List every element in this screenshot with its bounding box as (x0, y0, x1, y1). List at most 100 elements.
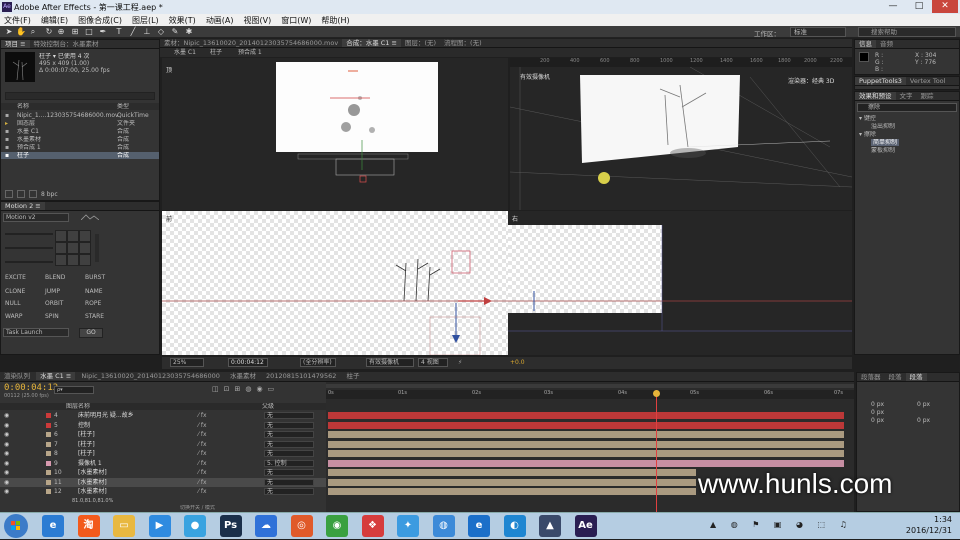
close-button[interactable]: ✕ (932, 0, 958, 13)
app-icon[interactable]: ❖ (361, 515, 384, 537)
tab-paragraph-2[interactable]: 段落 (885, 373, 906, 381)
space-after[interactable]: 0 px (917, 417, 930, 424)
layer-name[interactable]: [柱子] (78, 449, 95, 458)
encore-icon[interactable]: ▲ (539, 515, 561, 537)
visibility-icon[interactable]: ◉ (4, 430, 9, 439)
subtab-comp[interactable]: 水墨 C1 (174, 48, 196, 57)
layer-name[interactable]: [柱子] (78, 440, 95, 449)
parent-select[interactable]: 无 (264, 450, 314, 457)
ie-icon[interactable]: e (42, 515, 64, 537)
work-area-bar[interactable] (326, 384, 854, 388)
clock-time[interactable]: 1:34 (908, 515, 952, 524)
layer-bar[interactable] (328, 421, 844, 429)
layer-bar[interactable] (328, 459, 844, 467)
indent-first[interactable]: 0 px (871, 409, 884, 416)
effect-item[interactable]: 溢出抑制 (871, 123, 895, 130)
menu-edit[interactable]: 编辑(E) (37, 14, 74, 26)
anchor-button[interactable] (55, 242, 67, 254)
selection-tool-icon[interactable]: ➤ (4, 27, 14, 37)
layer-switches[interactable]: ⁄ fx (198, 440, 207, 449)
visibility-icon[interactable]: ◉ (4, 468, 9, 477)
anchor-button[interactable] (67, 230, 79, 242)
chrome-alt-icon[interactable]: ◎ (290, 515, 313, 537)
top-view[interactable]: 顶 (162, 58, 508, 210)
layer-switches[interactable]: ⁄ fx (198, 459, 207, 468)
minimize-button[interactable]: — (880, 0, 906, 13)
viewer-timecode[interactable]: 0:00:04:12 (228, 358, 268, 367)
view-select[interactable]: 有效摄像机 (366, 358, 414, 367)
time-ruler[interactable]: 0s 01s 02s 03s 04s 05s 06s 07s (326, 390, 854, 399)
layer-row[interactable]: ◉ 5 控制 ⁄ fx 无 (0, 421, 326, 430)
project-item-selected[interactable]: ▪ 柱子 合成 (1, 152, 159, 159)
switch-mode-label[interactable]: 切换开关 / 模式 (180, 505, 215, 512)
layer-name[interactable]: 床前明月光 疑...故乡 (78, 411, 134, 420)
ps-icon[interactable]: Ps (219, 515, 242, 537)
ae-icon[interactable]: Ae (574, 515, 597, 537)
label-color[interactable] (46, 451, 51, 456)
menu-effect[interactable]: 效果(T) (165, 14, 202, 26)
layer-row[interactable]: ◉ 4 床前明月光 疑...故乡 ⁄ fx 无 (0, 411, 326, 420)
menu-window[interactable]: 窗口(W) (277, 14, 317, 26)
ie2-icon[interactable]: e (468, 515, 490, 537)
layer-row[interactable]: ◉ 6 [柱子] ⁄ fx 无 (0, 430, 326, 439)
effect-item[interactable]: 蒙板抑制 (871, 147, 895, 154)
clock-date[interactable]: 2016/12/31 (898, 526, 952, 535)
tab-comp[interactable]: 合成：水墨 C1 ≡ (342, 39, 401, 47)
tab-audio[interactable]: 音频 (876, 40, 897, 48)
parent-select[interactable]: 无 (264, 421, 314, 429)
qq-icon[interactable]: ● (184, 515, 206, 537)
motion-preset-select[interactable]: Motion v2 (3, 213, 69, 222)
tab-timeline-pillar[interactable]: 柱子 (342, 372, 363, 380)
layer-name[interactable]: [水墨素材] (78, 468, 107, 477)
pan-behind-tool-icon[interactable]: ⊞ (70, 27, 80, 37)
tab-effect-controls[interactable]: 特效控制台：水墨素材 (30, 40, 103, 48)
menu-file[interactable]: 文件(F) (0, 14, 37, 26)
effect-category-keying[interactable]: ▾ 键控 (859, 115, 876, 122)
visibility-icon[interactable]: ◉ (4, 478, 9, 487)
bpc-indicator[interactable]: 8 bpc (41, 191, 58, 198)
baidu-icon[interactable]: ☁ (255, 515, 277, 537)
parent-select[interactable]: 无 (264, 412, 314, 419)
indent-right[interactable]: 0 px (917, 401, 930, 408)
motion-slider-2[interactable] (5, 247, 53, 249)
column-name[interactable]: 名称 (17, 103, 29, 110)
new-folder-icon[interactable] (17, 190, 25, 198)
exposure-value[interactable]: +0.0 (510, 357, 525, 369)
tab-paragraph-1[interactable]: 段落器 (857, 373, 885, 381)
tab-project[interactable]: 项目 ≡ (1, 40, 30, 48)
layer-row[interactable]: ◉ 7 [柱子] ⁄ fx 无 (0, 440, 326, 449)
roto-tool-icon[interactable]: ✎ (170, 27, 180, 37)
anchor-button[interactable] (79, 230, 91, 242)
project-item[interactable]: ▪ 预合成 1 合成 (1, 144, 159, 151)
layer-row[interactable]: ◉ 9 摄像机 1 ⁄ fx 5. 控制 (0, 459, 326, 468)
layer-bar[interactable] (328, 469, 696, 476)
menu-help[interactable]: 帮助(H) (317, 14, 355, 26)
type-tool-icon[interactable]: T (114, 27, 124, 37)
anchor-button[interactable] (79, 254, 91, 266)
null-button[interactable]: NULL (5, 300, 21, 307)
start-button[interactable] (4, 514, 28, 538)
parent-select[interactable]: 无 (264, 478, 314, 486)
menu-layer[interactable]: 图层(L) (128, 14, 165, 26)
effects-search-input[interactable]: 擦除 (857, 103, 957, 112)
visibility-icon[interactable]: ◉ (4, 421, 9, 430)
label-color[interactable] (46, 470, 51, 475)
layer-switches[interactable]: ⁄ fx (198, 421, 207, 430)
go-button[interactable]: GO (79, 328, 103, 338)
effect-item-selected[interactable]: 简单抑制 (871, 139, 900, 146)
anchor-button[interactable] (55, 254, 67, 266)
search-help-input[interactable]: 搜索帮助 (858, 27, 956, 37)
pen-tool-icon[interactable]: ✒ (98, 27, 108, 37)
taobao-icon[interactable]: 淘 (77, 515, 100, 537)
fast-preview-icon[interactable]: ⚡ (458, 357, 462, 369)
project-item[interactable]: ▪ 水墨素材 合成 (1, 136, 159, 143)
parent-select[interactable]: 5. 控制 (264, 459, 314, 467)
layer-name[interactable]: [水墨素材] (78, 487, 107, 496)
tab-footage[interactable]: 素材：Nipic_13610020_20140123035754686000.m… (160, 39, 342, 47)
playhead-handle[interactable] (653, 390, 660, 397)
parent-select[interactable]: 无 (264, 488, 314, 495)
layer-switches[interactable]: ⁄ fx (198, 487, 207, 496)
header-source-name[interactable]: 图层名称 (66, 403, 90, 410)
motion-slider-3[interactable] (5, 261, 53, 263)
project-search-input[interactable] (5, 92, 155, 100)
